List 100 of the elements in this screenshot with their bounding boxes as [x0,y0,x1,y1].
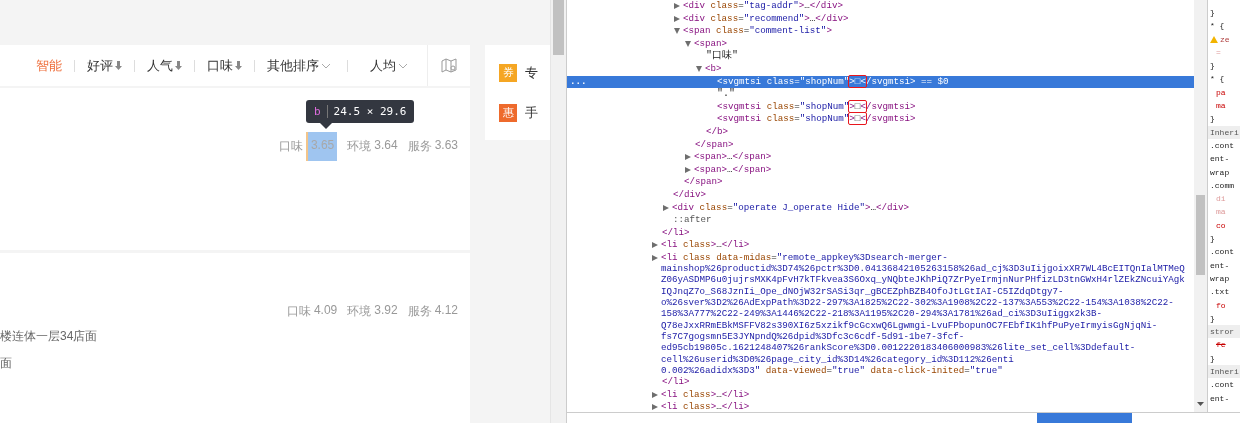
dom-element-tag[interactable]: <li class data-midas="remote_appkey%3Dsearch-merger- mainshop%26productid%3D74%26pctr%3D0.04136842105263158%26ad_cj%3D3uIijgoixXR7WL4BcEITQnIalMTMeQ Z06yASDMP6u0jujrsMXK4pFvH7kTFkvea3S6Oxq_yNQbteJKhPiQ7ZrPyeIrmjnNurPHfizLD3tnGWxH4rlZEkZNcuiYAgk IQJnqZ7o_S68JznIi_Ope_dNOjW32rSASi3qr_gBCEZphBZB4OfoJtLGtIAI-C5IZdqDtgy7- o%26sver%3D2%26AdExpPath%3D22-297%3A1825%2C22-302%3A1908%2C22-137%3A553%2C22-154%3A1038%2C22- 158%3A777%2C22-249%3A1446%2C22-218%3A1195%2C20-294%3A1781%26ad_ci%3D3uIiggx2k3B- Q78eJxxRRmEBkMSFFV82s390XI6z5xzikf9cGcxwQ6Lgwmgi-LvuFPbopunOC7FEbfIK1hfPuPyeIrmyisGgNjqNi- fs7C7gogsmn5E3JYNpndQ%26dpid%3Dfc3c6cdf-5d91-1be7-3fcf- ed95cb19805c.1621248407%26rankScore%3D0.0012220183406000983%26lite_set_cell%3Ddefault- cell%26userid%3D0%26page_city_id%3D14%26category_id%3D112%26enti 0.002%26adidx%3D3" data-viewed="true" data-click-inited="true" [661,251,1185,377]
style-line[interactable]: * { [1208,19,1240,33]
dom-row[interactable]: <li class>…</li> [567,388,1194,402]
style-line[interactable]: pa [1208,85,1240,100]
down-arrow-icon [115,61,122,70]
page-scrollbar[interactable] [550,0,566,423]
style-line[interactable]: } [1208,6,1240,20]
dom-row[interactable]: ::after [567,214,1194,227]
style-line[interactable]: fo [1208,298,1240,312]
score-value: 3.65 [310,138,335,152]
style-line[interactable]: ma [1208,99,1240,113]
triangle-right-icon[interactable] [685,154,691,161]
promo-text[interactable]: 专 [525,63,538,82]
dom-row[interactable]: <div class="tag-addr">…</div> [567,0,1194,13]
dom-closing-tag[interactable]: </span> [684,176,723,188]
more-options-button[interactable]: ... [570,75,587,89]
dom-row[interactable]: <div class="operate J_operate Hide">…</div> [567,201,1194,215]
triangle-right-icon[interactable] [652,242,658,249]
chevron-down-icon [398,62,408,69]
style-line[interactable]: ent- [1208,391,1240,405]
dom-element-tag[interactable]: <li class>…</li> [661,239,750,251]
style-line[interactable]: * { [1208,72,1240,86]
dom-element-tag[interactable]: <div class="operate J_operate Hide">…</div> [672,201,910,213]
style-line[interactable]: wrap [1208,271,1240,286]
dom-element-tag[interactable]: <span>…</span> [694,151,772,163]
dom-row[interactable]: "." [567,88,1194,101]
styles-section-header[interactable]: stror [1208,325,1240,339]
sort-tab[interactable]: 其他排序 [267,56,331,75]
style-line[interactable]: ent- [1208,152,1240,166]
map-icon[interactable] [441,58,457,73]
dom-row[interactable]: <span>…</span> [567,163,1194,177]
dom-element-tag[interactable]: <span class="comment-list"> [683,25,832,37]
sort-tab[interactable]: 好评 [87,56,122,75]
styles-section-header[interactable]: Inheri [1208,365,1240,379]
scrollbar-thumb[interactable] [1196,195,1205,275]
styles-section-header[interactable]: Inheri [1208,125,1240,139]
tooltip-pointer-icon [319,123,332,129]
tree-scrollbar[interactable] [1194,0,1207,412]
style-line[interactable]: .txt [1208,285,1240,299]
style-line[interactable]: } [1208,59,1240,73]
dom-row[interactable]: <span>…</span> [567,151,1194,164]
dom-row[interactable]: <div class="recommend">…</div> [567,12,1194,26]
dom-text-node[interactable]: ::after [673,214,712,226]
dom-row[interactable]: <li class>…</li> [567,239,1194,252]
style-line[interactable]: } [1208,311,1240,326]
dom-closing-tag[interactable]: </b> [706,125,729,137]
style-line[interactable]: .comm [1208,178,1240,193]
triangle-right-icon[interactable] [652,391,658,398]
scrollbar-thumb[interactable] [553,0,564,55]
dom-element-tag[interactable]: <span>…</span> [694,163,772,175]
triangle-right-icon[interactable] [674,15,680,22]
sort-tab[interactable]: 口味 [207,56,242,75]
dom-closing-tag[interactable]: </div> [673,188,707,200]
style-line[interactable]: fe [1208,338,1240,352]
dom-element-tag[interactable]: <div class="tag-addr">…</div> [683,0,843,11]
style-line[interactable]: .cont [1208,138,1240,153]
down-arrow-icon [175,61,182,70]
triangle-right-icon[interactable] [685,166,691,173]
dom-element-tag[interactable]: <li class>…</li> [661,401,750,412]
sort-tab[interactable]: 人均 [370,56,408,75]
style-line[interactable]: ent- [1208,258,1240,272]
dom-row[interactable]: <span class="comment-list"> [567,25,1194,38]
warning-icon [1210,35,1218,43]
style-line[interactable]: } [1208,112,1240,126]
dom-closing-tag[interactable]: </li> [662,376,690,388]
style-declaration[interactable]: ze [1220,32,1230,46]
dom-row[interactable]: "口味" [567,50,1194,63]
style-line[interactable]: wrap [1208,165,1240,179]
dom-element-tag[interactable]: <div class="recommend">…</div> [683,12,849,24]
dom-element-tag[interactable]: <span> [694,37,728,49]
triangle-right-icon[interactable] [663,204,669,211]
promo-badge: 惠 [499,103,517,122]
down-arrow-icon [235,61,242,70]
triangle-right-icon[interactable] [674,3,680,9]
dom-closing-tag[interactable]: </li> [662,226,690,238]
promo-text[interactable]: 手 [525,103,538,122]
style-line[interactable]: .cont [1208,245,1240,259]
triangle-right-icon[interactable] [652,254,658,261]
dom-element-tag[interactable]: <li class>…</li> [661,388,750,400]
style-line[interactable]: } [1208,232,1240,246]
score-value: 3.64 [374,138,398,152]
score-value: 3.63 [434,138,458,152]
sort-tab[interactable]: 人气 [147,56,182,75]
dom-text-node[interactable]: "口味" [706,50,738,62]
style-line[interactable]: co [1208,218,1240,233]
score-value: 3.92 [374,303,398,317]
dom-row[interactable]: <span> [567,37,1194,51]
dom-element-tag[interactable]: <b> [705,62,722,74]
score-label: 环境 [347,303,372,320]
triangle-down-icon[interactable] [685,40,691,47]
style-line[interactable]: .cont [1208,378,1240,392]
style-line[interactable]: } [1208,351,1240,365]
dom-closing-tag[interactable]: </span> [695,138,734,150]
score-label: 服务 [407,303,432,320]
chevron-down-icon [321,62,331,69]
console-reference: == $0 [920,75,949,87]
dom-text-node[interactable]: "." [717,88,735,100]
triangle-down-icon[interactable] [674,28,680,35]
scroll-down-icon[interactable] [1197,402,1204,406]
address-text: 楼连体一层34店面 [0,328,99,345]
